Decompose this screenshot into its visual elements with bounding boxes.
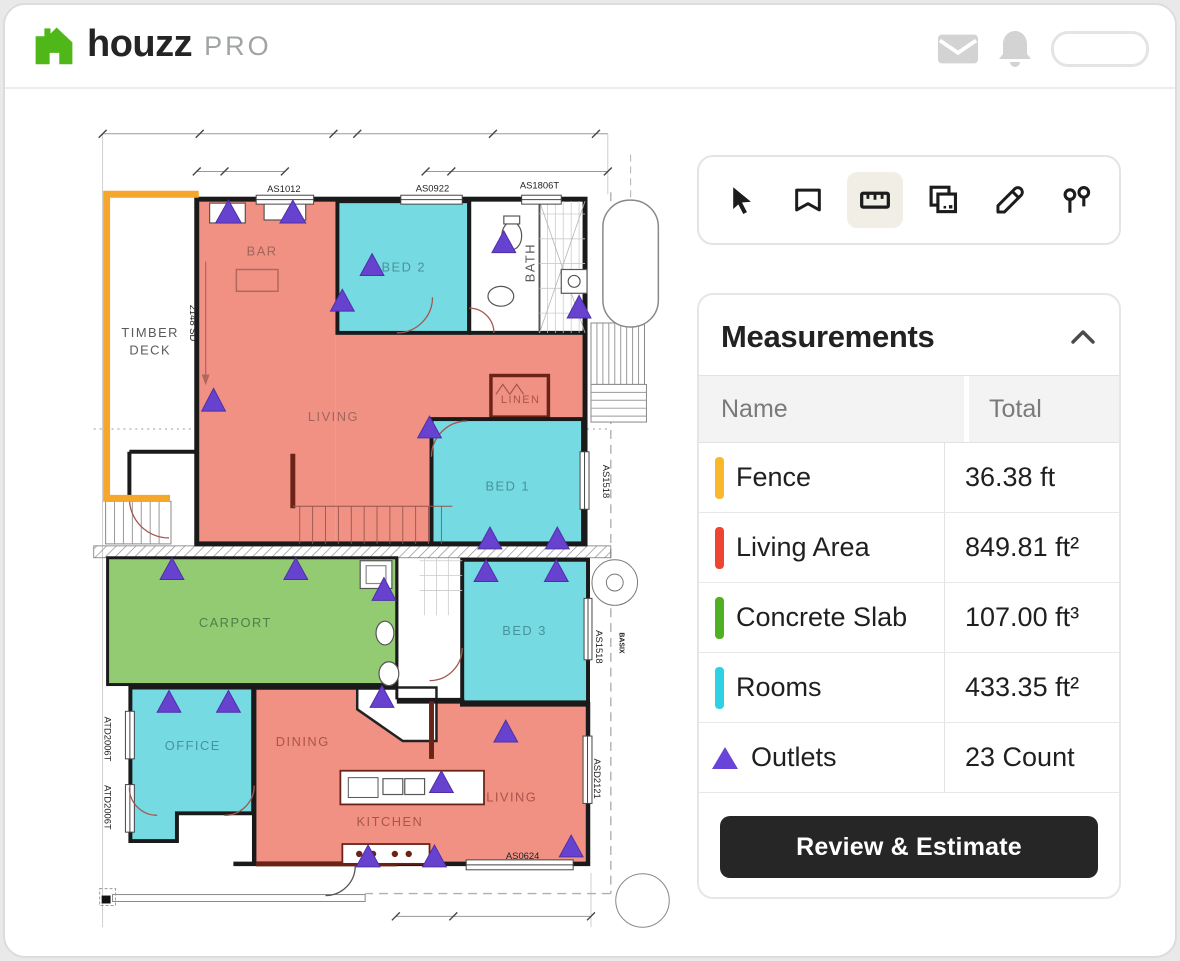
floor-plan-canvas[interactable]: BAR BED 2 BATH TIMBER DECK LIVING LINEN …: [90, 113, 670, 953]
code-atd2006t-a: ATD2006T: [103, 717, 114, 762]
row-name: Living Area: [736, 532, 870, 562]
cursor-icon: [732, 187, 751, 215]
measurement-row-outlets[interactable]: Outlets 23 Count: [699, 723, 1119, 793]
column-header-name: Name: [699, 376, 964, 442]
measurements-title: Measurements: [721, 319, 935, 354]
code-asd2121: ASD2121: [592, 759, 603, 799]
row-name: Rooms: [736, 672, 822, 702]
rooms-color-chip: [715, 666, 724, 709]
measurement-row-fence[interactable]: Fence 36.38 ft: [699, 443, 1119, 513]
review-estimate-button[interactable]: Review & Estimate: [720, 816, 1098, 878]
measurements-panel: Measurements Name Total Fence 36.38 ft L…: [697, 293, 1121, 899]
row-total: 36.38 ft: [965, 462, 1056, 492]
code-as0922: AS0922: [416, 182, 449, 193]
tool-measure-button[interactable]: [847, 172, 904, 228]
row-total: 23 Count: [965, 742, 1075, 772]
room-label-living-upper: LIVING: [308, 409, 359, 424]
pages-icon: [929, 185, 957, 214]
code-as0624: AS0624: [506, 850, 539, 861]
concrete-slab-color-chip: [715, 596, 724, 639]
ruler-icon: [860, 191, 891, 209]
room-label-bed3: BED 3: [502, 623, 547, 638]
houzz-pro-logo[interactable]: houzz PRO: [33, 23, 272, 66]
pins-icon: [1063, 185, 1091, 213]
room-label-timber: TIMBER: [121, 325, 179, 340]
outlets-triangle-marker: [712, 746, 738, 769]
code-as1012: AS1012: [267, 183, 300, 194]
code-as1806t: AS1806T: [520, 179, 559, 190]
room-label-living-lower: LIVING: [486, 789, 537, 804]
room-label-bath: BATH: [523, 243, 538, 282]
app-window: houzz PRO BAR BED 2 BATH TIMBER DECK LIV…: [3, 3, 1177, 958]
tool-select-button[interactable]: [713, 172, 769, 228]
row-name: Outlets: [751, 742, 837, 772]
code-as1518-a: AS1518: [601, 465, 612, 498]
room-label-bed2: BED 2: [381, 259, 426, 274]
takeoff-toolbar: [697, 155, 1121, 245]
room-label-bar: BAR: [247, 244, 278, 259]
party-wall-hatch: [93, 545, 612, 559]
row-total: 849.81 ft²: [965, 532, 1080, 562]
code-atd2006t-b: ATD2006T: [103, 785, 114, 830]
tool-pages-button[interactable]: [915, 172, 971, 228]
pen-icon: [996, 186, 1024, 214]
brand-name: houzz: [87, 23, 193, 65]
code-basix: BASIX: [618, 632, 625, 654]
room-label-dining: DINING: [276, 734, 330, 749]
row-total: 107.00 ft³: [965, 602, 1080, 632]
profile-pill[interactable]: [1051, 31, 1149, 67]
measurement-row-rooms[interactable]: Rooms 433.35 ft²: [699, 653, 1119, 723]
room-label-office: OFFICE: [165, 738, 221, 753]
top-header: houzz PRO: [5, 5, 1175, 89]
row-name: Concrete Slab: [736, 602, 908, 632]
room-label-linen: LINEN: [501, 394, 540, 406]
row-total: 433.35 ft²: [965, 672, 1080, 702]
mail-icon[interactable]: [937, 32, 979, 66]
tool-pin-button[interactable]: [1049, 172, 1105, 228]
tool-draw-button[interactable]: [982, 172, 1038, 228]
room-label-carport: CARPORT: [199, 615, 272, 630]
chevron-up-icon[interactable]: [1071, 330, 1095, 344]
measurements-table-header: Name Total: [699, 375, 1119, 443]
living-area-color-chip: [715, 526, 724, 569]
room-label-deck: DECK: [129, 343, 171, 358]
measurement-row-living-area[interactable]: Living Area 849.81 ft²: [699, 513, 1119, 583]
code-2148sd: 2148 SD: [188, 305, 199, 342]
flag-icon: [795, 188, 821, 212]
houzz-house-icon: [35, 27, 73, 64]
measurement-row-concrete-slab[interactable]: Concrete Slab 107.00 ft³: [699, 583, 1119, 653]
room-label-bed1: BED 1: [485, 478, 530, 493]
brand-suffix: PRO: [204, 31, 272, 61]
code-as1518-b: AS1518: [594, 630, 605, 663]
row-name: Fence: [736, 462, 812, 492]
bell-icon[interactable]: [997, 29, 1033, 69]
tool-annotate-button[interactable]: [780, 172, 836, 228]
room-label-kitchen: KITCHEN: [356, 814, 423, 829]
column-header-total: Total: [969, 376, 1119, 442]
fence-color-chip: [715, 456, 724, 499]
